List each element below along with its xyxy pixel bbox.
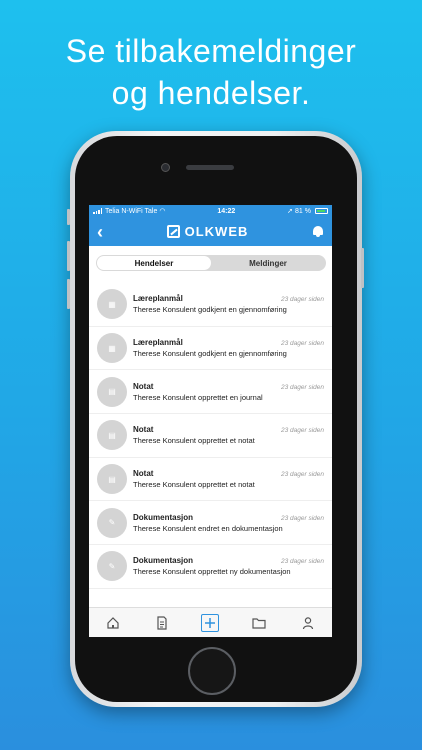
app-screen: Telia N-WiFi Tale ◠ 14:22 ➚ 81 % ‹ OLKWE… [89, 205, 332, 637]
signal-icon [93, 208, 103, 214]
event-avatar: ▤ [97, 420, 127, 451]
event-row[interactable]: ▤ Notat 23 dager siden Therese Konsulent op… [89, 370, 332, 415]
headline-line-2: og hendelser. [111, 75, 311, 111]
location-icon: ➚ [287, 208, 294, 215]
event-time: 23 dager siden [280, 383, 324, 391]
battery-percent: 81 % [295, 207, 311, 215]
earpiece-speaker [186, 165, 234, 170]
headline-line-1: Se tilbakemeldinger [65, 33, 357, 69]
event-row[interactable]: ▤ Notat 23 dager siden Therese Konsulent op… [89, 414, 332, 458]
checklist-icon: ▦ [108, 299, 116, 309]
note-icon: ▤ [108, 430, 116, 440]
pencil-icon: ✎ [108, 518, 116, 528]
event-title: Læreplanmål [133, 294, 183, 304]
volume-down-button [67, 279, 70, 309]
event-row[interactable]: ▦ Læreplanmål 23 dager siden Therese Konsul… [89, 283, 332, 327]
event-row[interactable]: ▤ Notat 23 dager siden Therese Konsulent op… [89, 458, 332, 502]
mute-switch [67, 209, 70, 225]
event-description: Therese Konsulent opprettet en journal [133, 392, 263, 402]
event-row[interactable]: ✎ Dokumentasjon 23 dager siden Therese Kons… [89, 501, 332, 546]
nav-bar: ‹ OLKWEB [89, 217, 332, 246]
front-camera [161, 163, 170, 172]
event-row[interactable]: ✎ Dokumentasjon 23 dager siden Therese Kons… [89, 545, 332, 589]
profile-tab-icon[interactable] [299, 614, 317, 632]
brand-name: OLKWEB [184, 224, 249, 239]
home-tab-icon[interactable] [104, 614, 122, 632]
event-description: Therese Konsulent opprettet et notat [133, 436, 255, 446]
event-avatar: ▤ [97, 464, 127, 495]
event-avatar: ▦ [97, 289, 127, 320]
bottom-tab-bar [89, 607, 332, 637]
folder-tab-icon[interactable] [250, 614, 268, 632]
tab-hendelser[interactable]: Hendelser [97, 256, 211, 270]
brand: OLKWEB [166, 224, 249, 239]
event-time: 23 dager siden [280, 558, 324, 566]
bell-icon[interactable] [312, 225, 324, 238]
event-description: Therese Konsulent endret en dokumentasjo… [133, 523, 283, 533]
carrier-label: Telia N-WiFi Tale [105, 207, 158, 215]
home-button[interactable] [188, 647, 236, 695]
olkweb-logo-icon [166, 225, 180, 238]
event-avatar: ▤ [97, 376, 127, 407]
event-time: 23 dager siden [280, 340, 324, 348]
segmented-control: Hendelser Meldinger [96, 255, 326, 271]
event-title: Notat [133, 469, 154, 479]
volume-up-button [67, 241, 70, 271]
event-title: Dokumentasjon [133, 556, 194, 566]
pencil-icon: ✎ [108, 561, 116, 571]
event-time: 23 dager siden [280, 427, 324, 435]
document-tab-icon[interactable] [153, 614, 171, 632]
event-description: Therese Konsulent opprettet et notat [133, 480, 255, 490]
event-avatar: ▦ [97, 333, 127, 364]
event-title: Notat [133, 381, 154, 391]
event-time: 23 dager siden [280, 471, 324, 479]
event-avatar: ✎ [97, 507, 127, 538]
event-title: Notat [133, 425, 154, 435]
tab-meldinger[interactable]: Meldinger [211, 256, 325, 270]
headline: Se tilbakemeldinger og hendelser. [0, 30, 422, 114]
event-time: 23 dager siden [280, 296, 324, 304]
event-title: Dokumentasjon [133, 512, 194, 522]
event-list: ▦ Læreplanmål 23 dager siden Therese Konsul… [89, 283, 332, 589]
power-button [361, 248, 364, 288]
add-tab-icon[interactable] [201, 613, 220, 632]
note-icon: ▤ [108, 387, 116, 397]
clock: 14:22 [217, 207, 236, 215]
battery-icon [315, 208, 328, 214]
event-avatar: ✎ [97, 551, 127, 582]
checklist-icon: ▦ [108, 343, 116, 353]
event-description: Therese Konsulent opprettet ny dokumenta… [133, 567, 291, 577]
event-description: Therese Konsulent godkjent en gjennomfør… [133, 305, 287, 315]
back-chevron-icon[interactable]: ‹ [97, 223, 103, 241]
wifi-icon: ◠ [159, 208, 166, 215]
event-title: Læreplanmål [133, 338, 183, 348]
event-description: Therese Konsulent godkjent en gjennomfør… [133, 349, 287, 359]
event-row[interactable]: ▦ Læreplanmål 23 dager siden Therese Konsul… [89, 327, 332, 371]
note-icon: ▤ [108, 474, 116, 484]
status-bar: Telia N-WiFi Tale ◠ 14:22 ➚ 81 % [89, 205, 332, 217]
event-time: 23 dager siden [280, 514, 324, 522]
